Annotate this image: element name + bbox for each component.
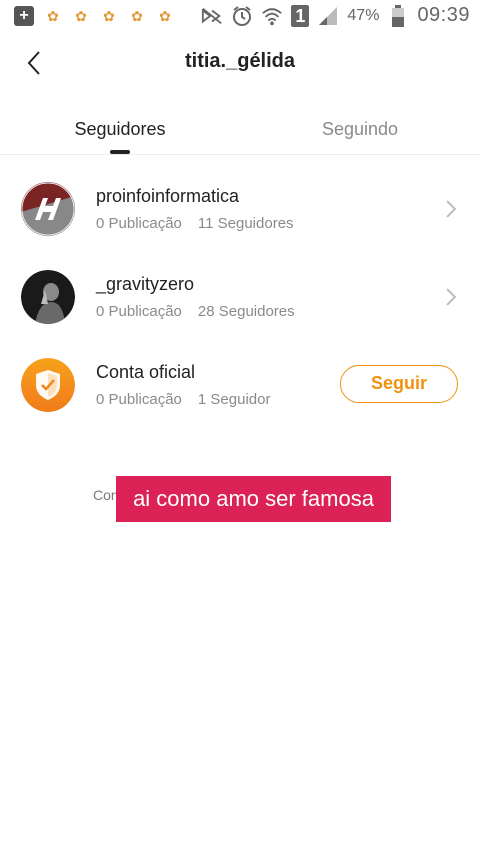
status-bar: + ✿ ✿ ✿ ✿ ✿ 1 47% 09:39 [0,0,480,33]
app-notification-icon: ✿ [103,8,115,24]
add-box-icon: + [14,6,34,26]
sim-slot-icon: 1 [291,4,310,27]
user-stats: 0 Publicação 1 Seguidor [96,391,270,408]
battery-percent: 47% [347,6,380,24]
avatar [21,182,75,236]
nfc-mute-icon [201,5,223,27]
posts-count: 0 Publicação [96,215,182,232]
page-title: titia._gélida [184,50,296,72]
tab-bar: Seguidores Seguindo [0,105,480,155]
app-notification-icon: ✿ [131,8,143,24]
wifi-icon [261,5,283,27]
app-notification-icon: ✿ [47,8,59,24]
list-item[interactable]: _gravityzero 0 Publicação 28 Seguidores [0,254,480,342]
user-name: proinfoinformatica [96,186,240,206]
user-info: Conta oficial 0 Publicação 1 Seguidor [96,362,270,408]
notification-icons: + ✿ ✿ ✿ ✿ ✿ [14,6,174,26]
header: titia._gélida [0,33,480,91]
alarm-icon [231,5,253,27]
battery-icon [387,4,409,27]
followers-list: proinfoinformatica 0 Publicação 11 Segui… [0,166,480,430]
avatar [21,270,75,324]
chevron-right-icon [446,200,457,218]
user-stats: 0 Publicação 11 Seguidores [96,215,294,232]
user-name: _gravityzero [96,274,195,294]
chevron-right-icon [446,288,457,306]
clock: 09:39 [417,4,470,26]
hidden-text: Con [93,487,119,503]
tab-seguidores[interactable]: Seguidores [0,105,240,154]
follow-button[interactable]: Seguir [340,365,458,403]
app-notification-icon: ✿ [159,8,171,24]
system-icons: 1 47% 09:39 [201,4,470,27]
list-item[interactable]: Conta oficial 0 Publicação 1 Seguidor Se… [0,342,480,430]
followers-count: 1 Seguidor [197,391,271,408]
user-info: proinfoinformatica 0 Publicação 11 Segui… [96,186,294,232]
signal-icon [317,5,339,27]
list-item[interactable]: proinfoinformatica 0 Publicação 11 Segui… [0,166,480,254]
user-info: _gravityzero 0 Publicação 28 Seguidores [96,274,295,320]
followers-count: 11 Seguidores [197,215,294,232]
user-stats: 0 Publicação 28 Seguidores [96,303,295,320]
posts-count: 0 Publicação [96,303,182,320]
avatar [21,358,75,412]
active-tab-indicator [110,150,130,154]
caption-banner: ai como amo ser famosa [116,476,391,522]
user-name: Conta oficial [96,362,196,382]
posts-count: 0 Publicação [96,391,182,408]
app-notification-icon: ✿ [75,8,87,24]
tab-seguindo[interactable]: Seguindo [240,105,480,154]
followers-count: 28 Seguidores [197,303,295,320]
